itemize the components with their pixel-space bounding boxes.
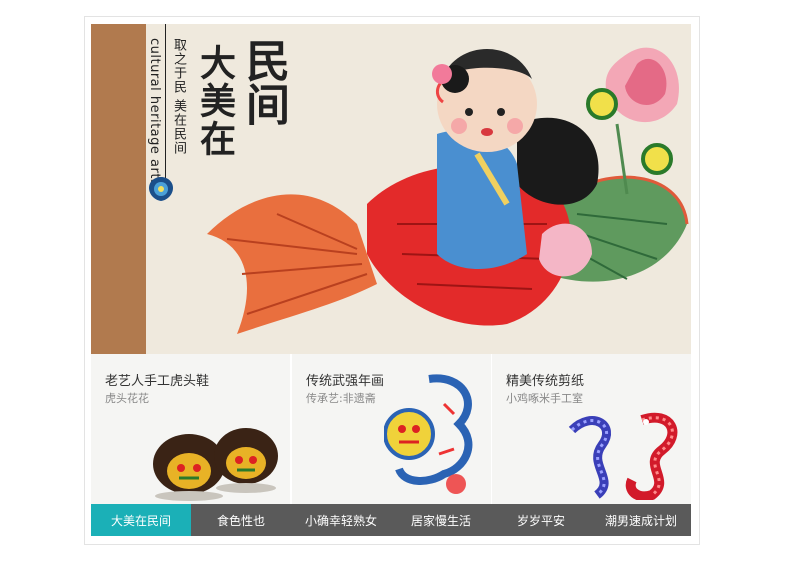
tab-shisexingye[interactable]: 食色性也 [191, 504, 291, 536]
category-tab-bar: 大美在民间 食色性也 小确幸轻熟女 居家慢生活 岁岁平安 潮男速成计划 [91, 504, 691, 536]
product-panel-new-year-painting[interactable]: 传统武强年画 传承艺:非遗斋 [292, 354, 491, 504]
panel-title: 精美传统剪纸 [506, 374, 585, 389]
tab-suisuipingan[interactable]: 岁岁平安 [491, 504, 591, 536]
product-panel-tiger-shoes[interactable]: 老艺人手工虎头鞋 虎头花花 [91, 354, 290, 504]
hero-tagline: 取之于民 美在民间 [171, 38, 186, 156]
lion-new-year-painting-icon [384, 374, 473, 494]
auspicious-emblem-icon [149, 177, 173, 201]
tab-dameizaiminjian[interactable]: 大美在民间 [91, 504, 191, 536]
panel-title: 老艺人手工虎头鞋 [105, 374, 210, 389]
tab-chaonan[interactable]: 潮男速成计划 [591, 504, 691, 536]
hero-divider [165, 24, 166, 184]
panel-subtitle: 虎头花花 [105, 392, 149, 405]
tab-xiaoquexing[interactable]: 小确幸轻熟女 [291, 504, 391, 536]
panel-subtitle: 小鸡啄米手工室 [506, 392, 583, 405]
hero-side-strip [91, 24, 146, 354]
panel-subtitle: 传承艺:非遗斋 [306, 392, 376, 405]
tab-jujiamanshenghuo[interactable]: 居家慢生活 [391, 504, 491, 536]
hero-english-caption: cultural heritage arts [147, 38, 162, 187]
panel-title: 传统武强年画 [306, 374, 385, 389]
snake-paper-cut-icon [568, 412, 678, 500]
new-year-painting-illustration [207, 47, 689, 334]
tiger-head-shoes-icon [153, 428, 278, 501]
hero-banner[interactable]: cultural heritage arts 取之于民 美在民间 大美在 民间 [91, 24, 691, 354]
product-panel-paper-cut[interactable]: 精美传统剪纸 小鸡啄米手工室 [492, 354, 691, 504]
